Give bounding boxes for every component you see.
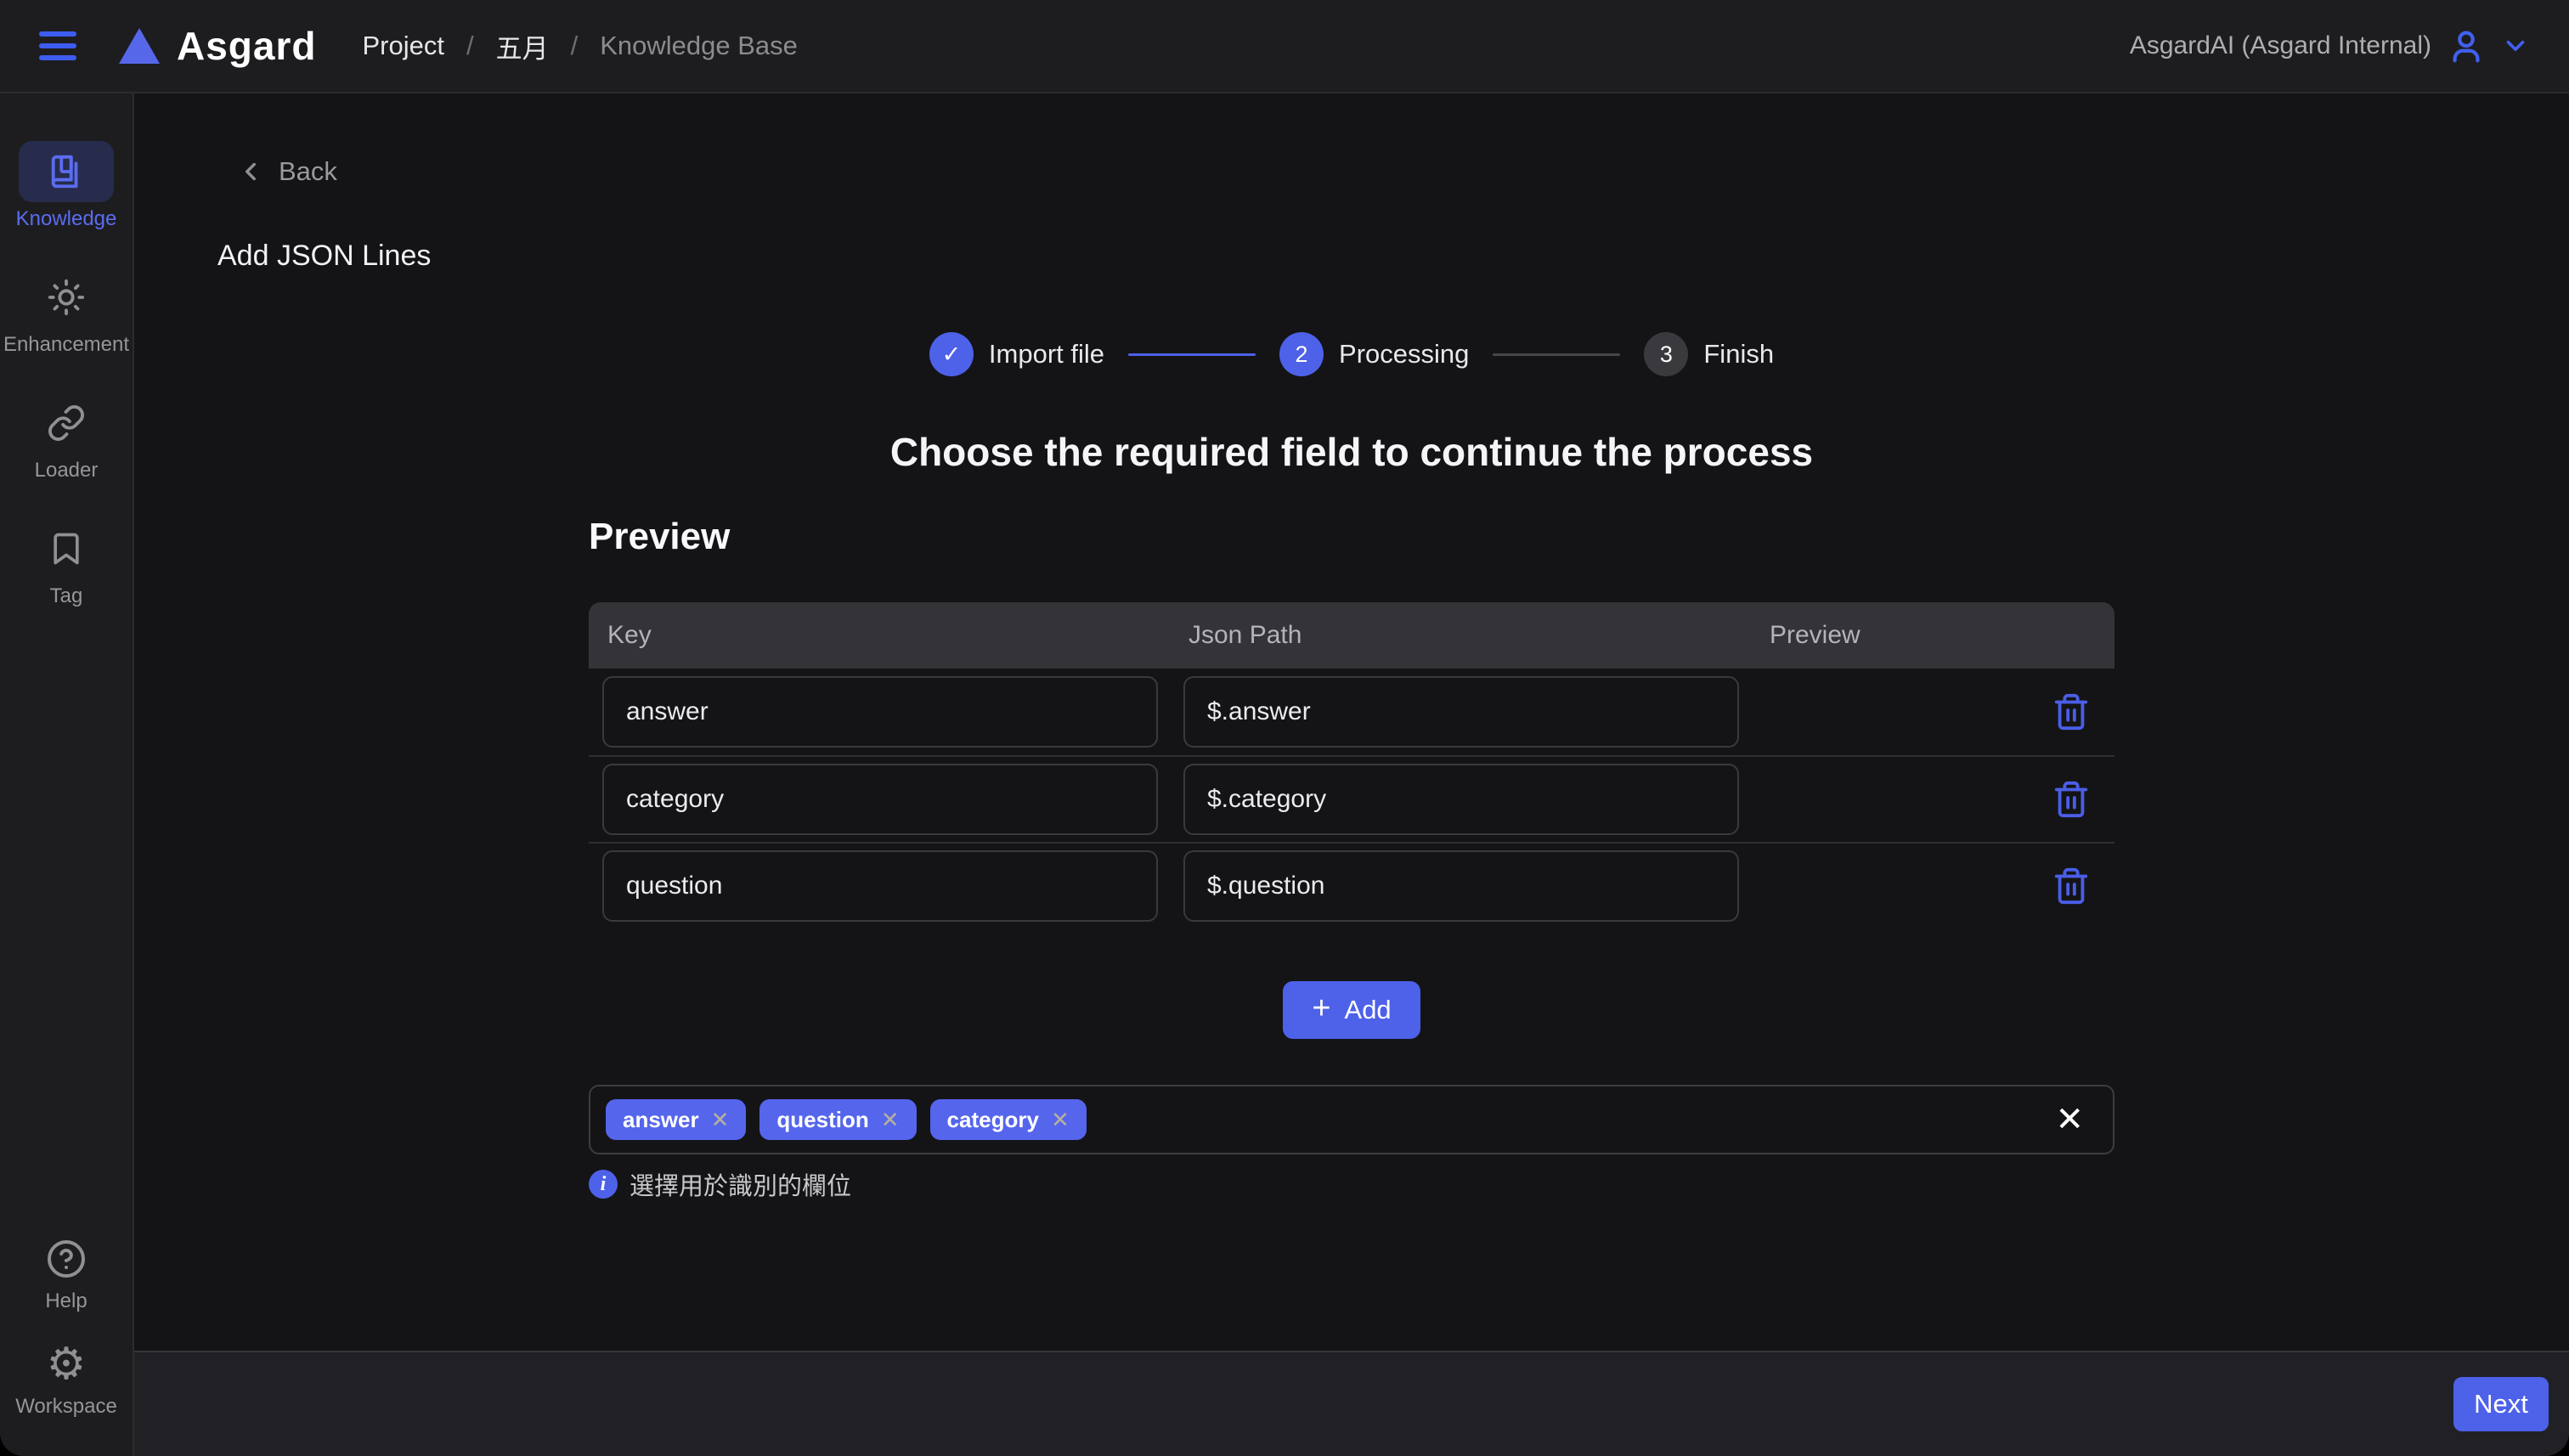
- chip-close-icon[interactable]: ✕: [881, 1109, 900, 1131]
- link-icon: [47, 404, 86, 443]
- trash-icon: [2052, 866, 2091, 906]
- breadcrumb-separator: /: [466, 31, 474, 61]
- logo-text: Asgard: [177, 23, 316, 69]
- sidebar-item-label: Enhancement: [3, 333, 129, 357]
- sidebar-item-label: Tag: [50, 584, 83, 608]
- sidebar-item-enhancement[interactable]: Enhancement: [3, 267, 129, 357]
- sidebar: Knowledge Enhancement: [0, 93, 134, 1456]
- step-3-circle: 3: [1644, 332, 1688, 376]
- bookmark-icon: [48, 530, 85, 567]
- plus-icon: +: [1312, 992, 1330, 1024]
- step-processing: 2 Processing: [1279, 332, 1469, 376]
- step-2-label: Processing: [1339, 339, 1469, 370]
- step-1-label: Import file: [989, 339, 1104, 370]
- app-window: Asgard Project / 五月 / Knowledge Base Asg…: [0, 0, 2569, 1456]
- breadcrumb-month[interactable]: 五月: [496, 27, 549, 65]
- add-button-label: Add: [1345, 995, 1392, 1025]
- json-path-input[interactable]: [1183, 764, 1739, 835]
- info-text: 選擇用於識別的欄位: [630, 1166, 851, 1202]
- back-button[interactable]: Back: [236, 156, 337, 187]
- sidebar-item-label: Knowledge: [16, 207, 117, 231]
- field-chip: category ✕: [930, 1099, 1087, 1140]
- step-connector: [1128, 353, 1256, 356]
- topbar: Asgard Project / 五月 / Knowledge Base Asg…: [0, 0, 2569, 93]
- next-button[interactable]: Next: [2453, 1377, 2549, 1431]
- sidebar-item-loader[interactable]: Loader: [19, 392, 114, 483]
- breadcrumb-project[interactable]: Project: [362, 31, 443, 61]
- trash-icon: [2052, 692, 2091, 731]
- table-row: [589, 842, 2114, 928]
- column-header-key: Key: [602, 621, 1183, 650]
- page-title: Add JSON Lines: [217, 240, 2569, 273]
- field-chip-label: category: [947, 1107, 1039, 1133]
- table-header: Key Json Path Preview: [589, 602, 2114, 669]
- sidebar-item-help[interactable]: Help: [19, 1233, 114, 1313]
- account-label: AsgardAI (Asgard Internal): [2130, 31, 2431, 60]
- step-1-circle: ✓: [929, 332, 974, 376]
- required-fields-input[interactable]: answer ✕ question ✕ category ✕ ✕: [589, 1085, 2114, 1154]
- trash-icon: [2052, 780, 2091, 819]
- step-connector: [1493, 353, 1620, 356]
- clear-all-icon[interactable]: ✕: [2055, 1103, 2084, 1137]
- book-icon: [47, 152, 86, 191]
- gear-icon: ⚙: [47, 1342, 87, 1386]
- delete-row-button[interactable]: [2052, 866, 2091, 906]
- chip-close-icon[interactable]: ✕: [1051, 1109, 1070, 1131]
- user-icon[interactable]: [2447, 26, 2486, 65]
- sidebar-item-label: Workspace: [15, 1395, 117, 1419]
- chevron-left-icon: [236, 157, 265, 186]
- sidebar-item-tag[interactable]: Help Tag: [19, 518, 114, 608]
- sidebar-item-label: Loader: [35, 459, 99, 483]
- field-chip-label: question: [776, 1107, 868, 1133]
- sun-icon: [47, 278, 86, 317]
- step-3-label: Finish: [1703, 339, 1774, 370]
- back-label: Back: [279, 156, 337, 187]
- key-input[interactable]: [602, 676, 1158, 748]
- logo[interactable]: Asgard: [119, 23, 316, 69]
- step-import-file: ✓ Import file: [929, 332, 1104, 376]
- chip-close-icon[interactable]: ✕: [711, 1109, 730, 1131]
- account-menu[interactable]: AsgardAI (Asgard Internal): [2130, 26, 2530, 65]
- json-path-input[interactable]: [1183, 850, 1739, 922]
- delete-row-button[interactable]: [2052, 692, 2091, 731]
- step-finish: 3 Finish: [1644, 332, 1774, 376]
- footer-bar: Next: [134, 1351, 2569, 1456]
- step-2-circle: 2: [1279, 332, 1324, 376]
- main-heading: Choose the required field to continue th…: [134, 429, 2569, 475]
- sidebar-item-workspace[interactable]: ⚙ Workspace: [15, 1339, 117, 1419]
- sidebar-item-label: Help: [45, 1290, 87, 1313]
- breadcrumb-separator: /: [571, 31, 579, 61]
- table-row: [589, 669, 2114, 755]
- hamburger-menu-icon[interactable]: [39, 31, 76, 60]
- info-icon: i: [589, 1170, 618, 1199]
- column-header-preview: Preview: [1764, 621, 2114, 650]
- breadcrumb: Project / 五月 / Knowledge Base: [362, 27, 797, 65]
- add-button[interactable]: + Add: [1283, 981, 1420, 1039]
- chevron-down-icon[interactable]: [2501, 31, 2530, 60]
- stepper: ✓ Import file 2 Processing 3 Finish: [929, 332, 1774, 376]
- main-area: Back Add JSON Lines ✓ Import file 2 Proc…: [134, 93, 2569, 1456]
- table-row: [589, 755, 2114, 842]
- mapping-table: Key Json Path Preview: [589, 602, 2114, 928]
- field-chip: question ✕: [759, 1099, 916, 1140]
- field-chip: answer ✕: [606, 1099, 746, 1140]
- key-input[interactable]: [602, 764, 1158, 835]
- json-path-input[interactable]: [1183, 676, 1739, 748]
- help-circle-icon: [46, 1239, 87, 1279]
- sidebar-item-knowledge[interactable]: Knowledge: [16, 141, 117, 231]
- column-header-json-path: Json Path: [1183, 621, 1764, 650]
- delete-row-button[interactable]: [2052, 780, 2091, 819]
- info-row: i 選擇用於識別的欄位: [589, 1166, 2114, 1202]
- field-chip-label: answer: [623, 1107, 699, 1133]
- preview-section-title: Preview: [589, 516, 2114, 558]
- logo-triangle-icon: [119, 28, 160, 64]
- breadcrumb-knowledge-base[interactable]: Knowledge Base: [600, 31, 798, 61]
- key-input[interactable]: [602, 850, 1158, 922]
